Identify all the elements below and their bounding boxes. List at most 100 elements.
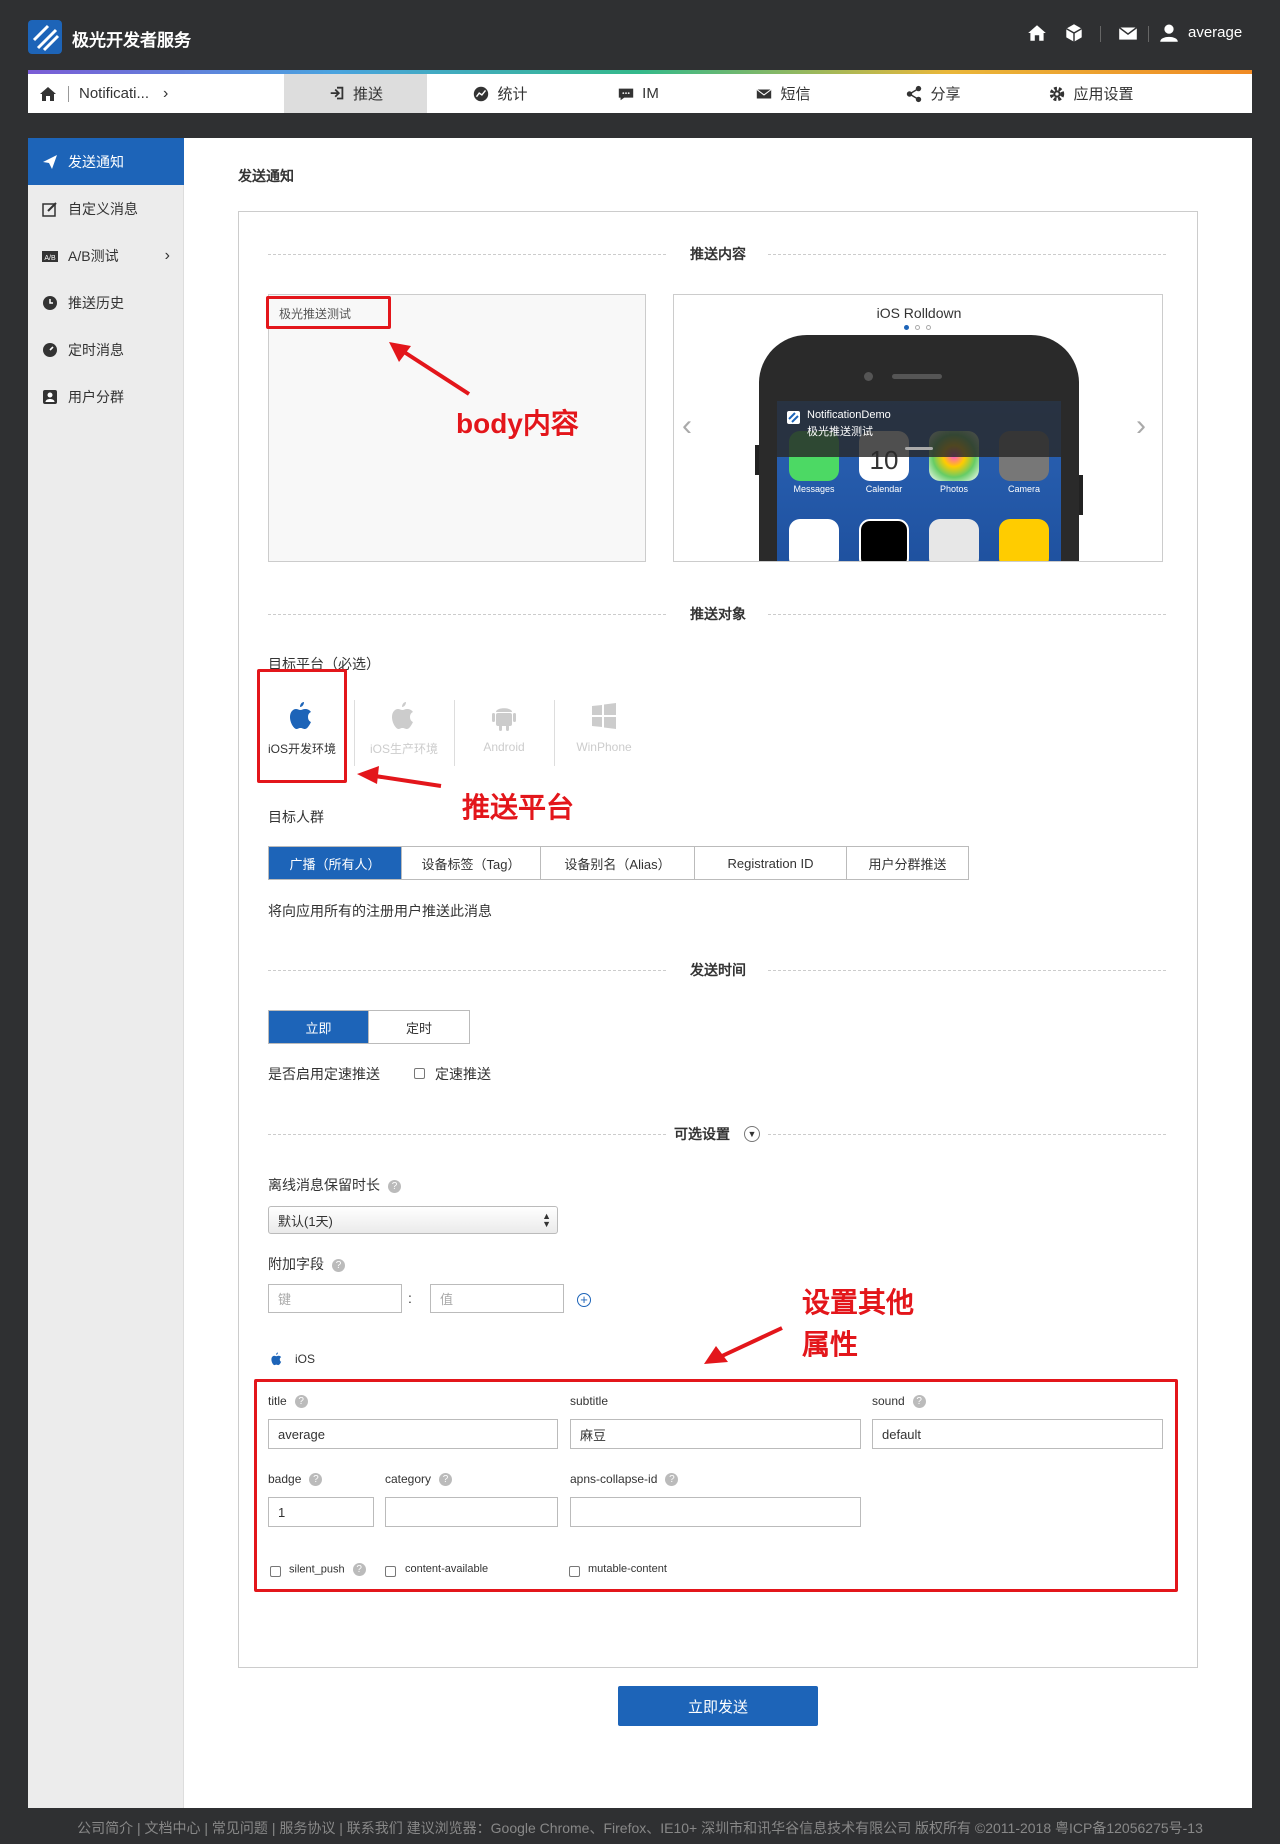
notification-message: 极光推送测试 — [807, 426, 873, 438]
carousel-dots[interactable] — [904, 325, 931, 330]
help-icon[interactable]: ? — [665, 1473, 679, 1487]
phone-mockup: Messages 10 Calendar Photos Camera Notif… — [755, 335, 1083, 561]
clock-app-icon — [859, 519, 909, 561]
add-field-icon[interactable]: + — [577, 1293, 591, 1307]
extra-fields-label: 附加字段? — [268, 1254, 345, 1274]
footer-links[interactable]: 公司简介 | 文档中心 | 常见问题 | 服务协议 | 联系我们 建议浏览器：G… — [0, 1818, 1280, 1838]
title-field-label: title? — [268, 1394, 308, 1409]
breadcrumb[interactable]: Notificati... › — [38, 74, 168, 113]
chevron-down-icon[interactable]: ▼ — [744, 1126, 760, 1142]
platform-ios-prod[interactable]: iOS生产环境 — [356, 700, 452, 770]
sidebar-item-label: 发送通知 — [68, 153, 124, 170]
app-label: Camera — [1007, 484, 1040, 494]
notification-banner[interactable]: NotificationDemo 极光推送测试 — [777, 401, 1061, 457]
help-icon[interactable]: ? — [912, 1395, 926, 1409]
gear-icon — [1050, 86, 1065, 101]
mail-icon[interactable] — [1117, 22, 1139, 44]
app-label: Calendar — [865, 484, 903, 494]
annotation-box-platform — [257, 669, 347, 783]
help-icon[interactable]: ? — [352, 1563, 366, 1576]
sidebar-item-label: 用户分群 — [68, 388, 124, 405]
jiguang-logo[interactable] — [28, 20, 62, 54]
collapse-id-input[interactable] — [570, 1497, 861, 1527]
chevron-right-icon: › — [164, 246, 170, 264]
offline-duration-select[interactable]: 默认(1天) ▲ ▼ — [268, 1206, 558, 1234]
extra-value-input[interactable]: 值 — [430, 1284, 564, 1313]
annotation-platform: 推送平台 — [462, 792, 575, 823]
tab-share[interactable]: 分享 — [878, 74, 988, 113]
collapse-id-field-label: apns-collapse-id? — [570, 1472, 679, 1487]
help-icon[interactable]: ? — [332, 1258, 345, 1272]
time-tab-scheduled[interactable]: 定时 — [369, 1011, 469, 1043]
home-icon[interactable] — [38, 84, 58, 104]
carousel-prev-icon[interactable]: ‹ — [682, 409, 692, 443]
help-icon[interactable]: ? — [388, 1179, 401, 1193]
tab-app-settings[interactable]: 应用设置 — [1026, 74, 1156, 113]
windows-icon — [592, 703, 616, 729]
sidebar-item-scheduled[interactable]: 定时消息 — [28, 326, 184, 373]
content-available-checkbox[interactable] — [385, 1566, 396, 1577]
sidebar-item-user-segments[interactable]: 用户分群 — [28, 373, 184, 420]
platform-android[interactable]: Android — [456, 700, 552, 770]
extra-key-input[interactable]: 键 — [268, 1284, 402, 1313]
title-input[interactable]: average — [268, 1419, 558, 1449]
tab-sms[interactable]: 短信 — [728, 74, 838, 113]
tab-stats[interactable]: 统计 — [440, 74, 560, 113]
offline-label: 离线消息保留时长? — [268, 1175, 401, 1195]
rate-checkbox[interactable] — [414, 1068, 425, 1079]
apple-icon — [392, 702, 413, 729]
audience-tab-broadcast[interactable]: 广播（所有人） — [269, 847, 402, 879]
audience-tab-tag[interactable]: 设备标签（Tag） — [402, 847, 541, 879]
sidebar-item-push-history[interactable]: 推送历史 — [28, 279, 184, 326]
header-divider — [1100, 26, 1101, 42]
subtitle-field-label: subtitle — [570, 1394, 609, 1408]
audience-tab-user-segment[interactable]: 用户分群推送 — [847, 847, 968, 879]
badge-input[interactable]: 1 — [268, 1497, 374, 1527]
safari-app-icon — [789, 519, 839, 561]
help-icon[interactable]: ? — [309, 1473, 323, 1487]
sidebar-item-label: 自定义消息 — [68, 200, 138, 217]
section-title: 推送对象 — [690, 606, 746, 622]
audience-tab-registration-id[interactable]: Registration ID — [695, 847, 847, 879]
brand-title: 极光开发者服务 — [72, 31, 191, 50]
sidebar-item-custom-message[interactable]: 自定义消息 — [28, 185, 184, 232]
platform-winphone[interactable]: WinPhone — [556, 700, 652, 770]
breadcrumb-app-name[interactable]: Notificati... — [79, 85, 149, 102]
subtitle-input[interactable]: 麻豆 — [570, 1419, 861, 1449]
tab-im[interactable]: IM — [588, 74, 688, 113]
silent-push-checkbox[interactable] — [270, 1566, 281, 1577]
annotation-body: body内容 — [456, 408, 579, 439]
category-input[interactable] — [385, 1497, 558, 1527]
help-icon[interactable]: ? — [439, 1473, 453, 1487]
sidebar-item-label: 定时消息 — [68, 341, 124, 358]
contact-icon — [43, 389, 57, 404]
help-icon[interactable]: ? — [294, 1395, 308, 1409]
rate-checkbox-label: 定速推送 — [435, 1066, 491, 1082]
sidebar-item-label: A/B测试 — [68, 247, 119, 264]
home-icon[interactable] — [1026, 22, 1048, 44]
sidebar-item-send-notification[interactable]: 发送通知 — [28, 138, 184, 185]
tab-push[interactable]: 推送 — [284, 74, 427, 113]
ab-test-icon: A/B — [42, 250, 58, 262]
audience-tab-alias[interactable]: 设备别名（Alias） — [541, 847, 695, 879]
mutable-content-checkbox[interactable] — [569, 1566, 580, 1577]
sidebar-item-ab-test[interactable]: A/B A/B测试 › — [28, 232, 184, 279]
dashboard-icon — [43, 342, 57, 357]
user-icon[interactable] — [1158, 22, 1180, 44]
silent-push-label: silent_push? — [289, 1563, 366, 1576]
select-arrows-icon: ▲ ▼ — [542, 1211, 551, 1229]
cube-icon[interactable] — [1063, 22, 1085, 44]
newsstand-app-icon — [929, 519, 979, 561]
app-nav-bar: Notificati... › 推送 统计 IM 短信 分享 应用设置 — [28, 70, 1252, 113]
annotation-box-body — [266, 296, 391, 329]
section-title: 可选设置 — [674, 1126, 730, 1142]
tab-label: IM — [642, 85, 659, 102]
notification-app-name: NotificationDemo — [807, 409, 891, 421]
time-tab-now[interactable]: 立即 — [269, 1011, 369, 1043]
rate-label: 是否启用定速推送 — [268, 1066, 380, 1082]
send-now-button[interactable]: 立即发送 — [618, 1686, 818, 1726]
user-name[interactable]: average — [1188, 24, 1242, 41]
platform-label: Android — [483, 740, 525, 754]
sound-input[interactable]: default — [872, 1419, 1163, 1449]
carousel-next-icon[interactable]: › — [1136, 409, 1146, 443]
